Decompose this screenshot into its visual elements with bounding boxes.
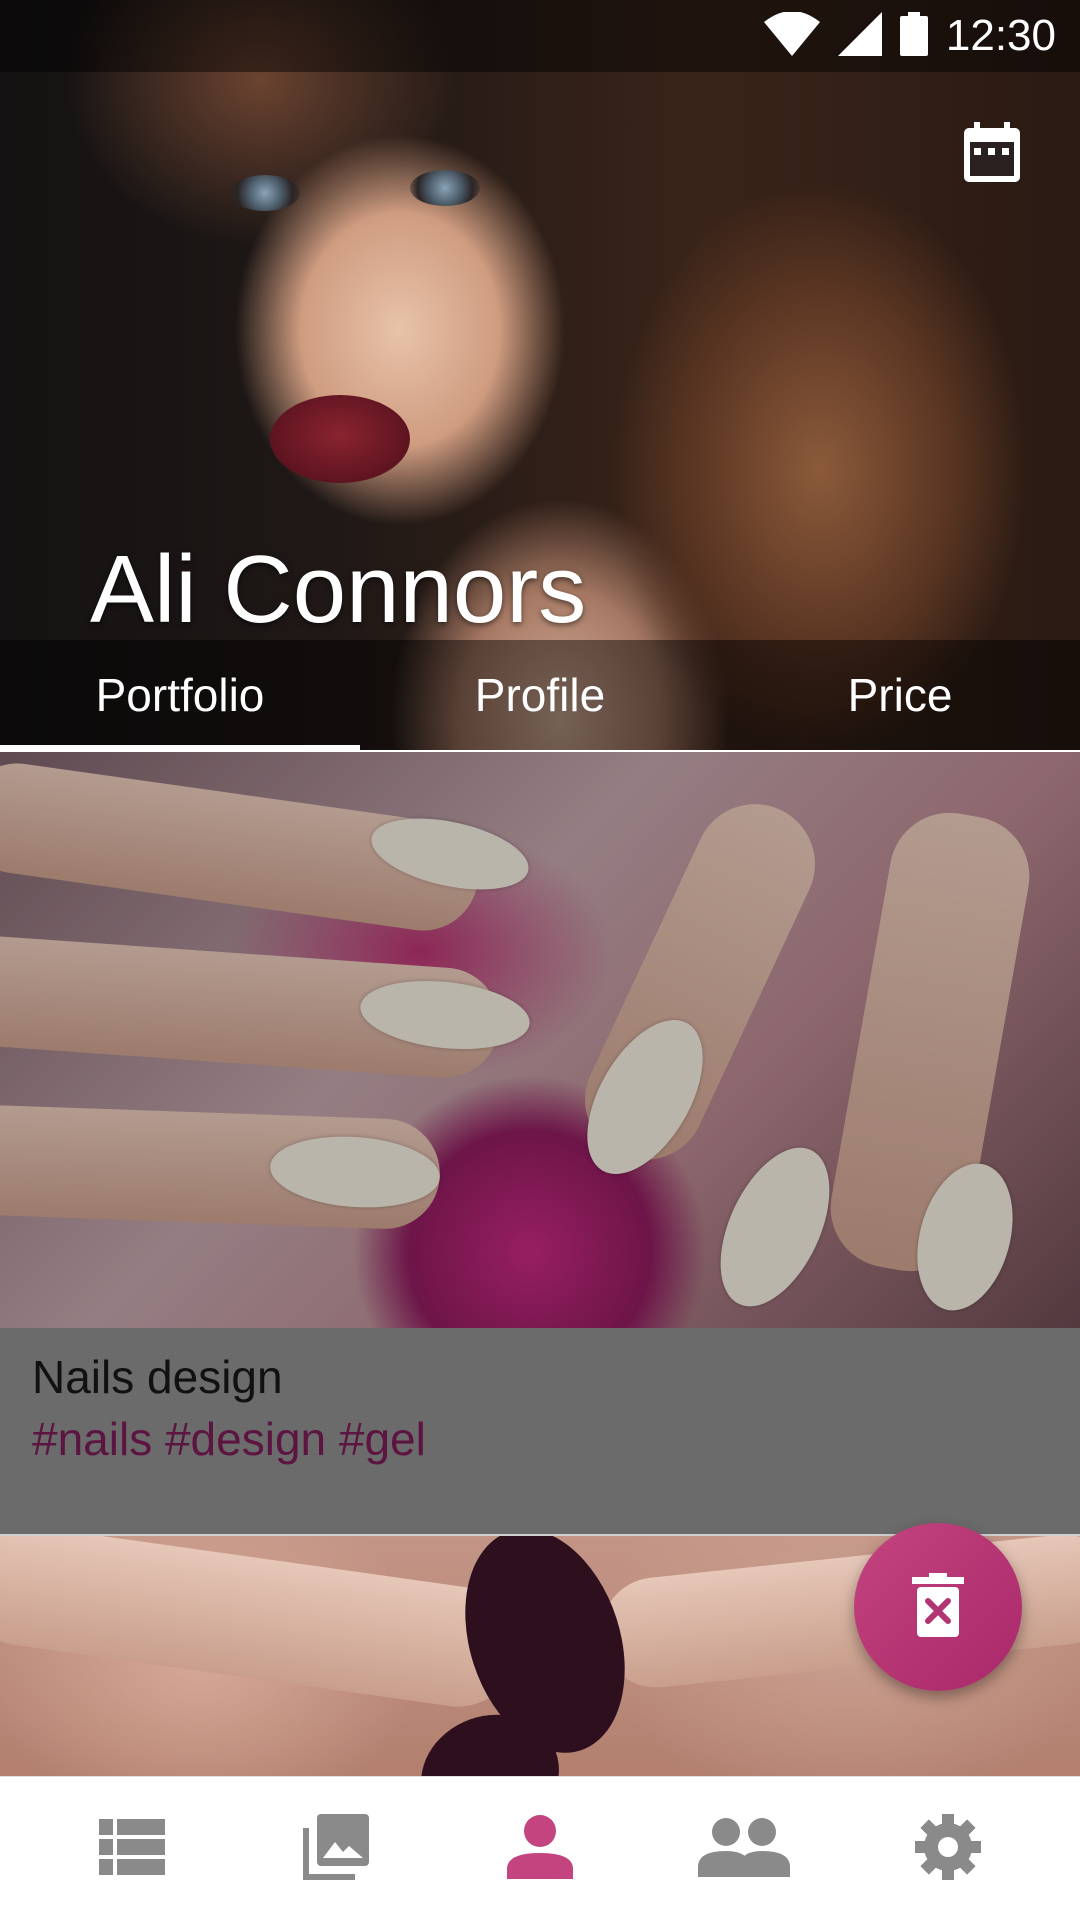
calendar-icon xyxy=(964,121,1020,187)
wifi-icon xyxy=(763,10,820,61)
nav-item-settings[interactable] xyxy=(840,1777,1056,1921)
delete-fab[interactable] xyxy=(854,1523,1022,1691)
finger-shape xyxy=(0,1536,526,1715)
portfolio-item-tags: #nails #design #gel xyxy=(32,1413,426,1465)
nail-shape xyxy=(365,806,535,902)
nav-item-people[interactable] xyxy=(636,1777,852,1921)
people-icon xyxy=(698,1817,790,1882)
hero-lips xyxy=(270,395,410,483)
tab-price[interactable]: Price xyxy=(720,640,1080,750)
settings-icon xyxy=(915,1813,981,1885)
tab-indicator xyxy=(0,745,360,750)
status-bar: 12:30 xyxy=(0,0,1080,72)
nav-item-profile[interactable] xyxy=(432,1777,648,1921)
profile-name: Ali Connors xyxy=(90,536,587,643)
nail-shape xyxy=(357,973,533,1057)
calendar-button[interactable] xyxy=(958,118,1026,190)
profile-header-image: 12:30 Ali Connors Portfolio Profile Pric… xyxy=(0,0,1080,750)
nail-shape xyxy=(698,1130,852,1324)
portfolio-item-info[interactable]: Nails design #nails #design #gel xyxy=(0,1328,1080,1534)
nail-shape xyxy=(563,1000,727,1194)
status-time: 12:30 xyxy=(945,11,1056,60)
tab-portfolio[interactable]: Portfolio xyxy=(0,640,360,750)
nail-shape xyxy=(902,1152,1028,1322)
tab-bar: Portfolio Profile Price xyxy=(0,640,1080,750)
finger-shape xyxy=(821,803,1039,1281)
finger-shape xyxy=(565,784,835,1180)
delete-icon xyxy=(912,1572,964,1642)
finger-shape xyxy=(0,1103,442,1231)
tab-profile[interactable]: Profile xyxy=(360,640,720,750)
bottom-navigation xyxy=(0,1776,1080,1921)
list-icon xyxy=(99,1818,165,1880)
battery-icon xyxy=(899,11,928,61)
hero-eye-left xyxy=(230,175,300,211)
person-icon xyxy=(507,1814,573,1884)
nail-shape xyxy=(267,1131,443,1213)
cell-signal-icon xyxy=(837,11,882,61)
gallery-icon xyxy=(303,1813,369,1885)
portfolio-image-nails[interactable] xyxy=(0,752,1080,1328)
portfolio-item-title: Nails design xyxy=(32,1351,283,1403)
hero-eye-right xyxy=(410,170,480,206)
nav-item-gallery[interactable] xyxy=(228,1777,444,1921)
finger-shape xyxy=(0,756,486,938)
finger-shape xyxy=(0,932,504,1082)
nav-item-list[interactable] xyxy=(24,1777,240,1921)
